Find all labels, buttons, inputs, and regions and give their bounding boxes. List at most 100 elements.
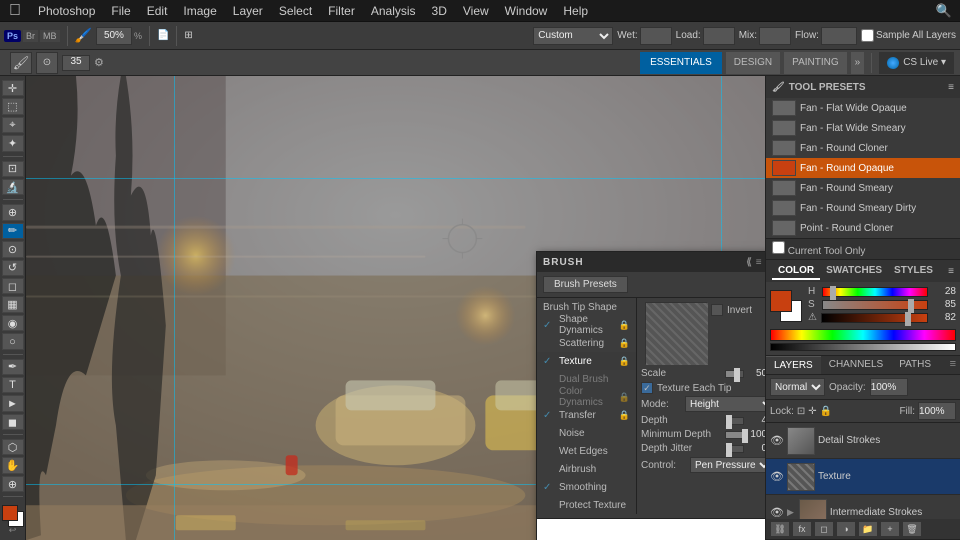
options-icon[interactable]: ⚙ [94, 56, 104, 69]
cslive-button[interactable]: CS Live ▾ [879, 52, 954, 74]
load-input[interactable]: 53% [703, 27, 735, 45]
layers-tab[interactable]: LAYERS [766, 356, 821, 374]
brush-smoothing-item[interactable]: ✓ Smoothing [537, 478, 636, 496]
tool-shape[interactable]: ◼ [2, 414, 24, 430]
brush-shape-dynamics-item[interactable]: ✓ Shape Dynamics 🔒 [537, 316, 636, 334]
bright-thumb[interactable] [905, 312, 911, 326]
tool-3d[interactable]: ⬡ [2, 439, 24, 455]
scale-thumb[interactable] [734, 368, 740, 382]
tool-presets-menu-icon[interactable]: ≡ [948, 82, 954, 93]
layer-intermediate-1[interactable]: 👁 ▶ Intermediate Strokes [766, 495, 960, 519]
brush-mode-dropdown[interactable]: Custom [533, 27, 613, 45]
adjustment-layer-button[interactable]: ◑ [836, 521, 856, 537]
tool-eyedropper[interactable]: 🔬 [2, 179, 24, 195]
brush-noise-item[interactable]: ✓ Noise [537, 424, 636, 442]
depth-jitter-thumb[interactable] [726, 443, 732, 457]
painting-button[interactable]: PAINTING [784, 52, 846, 74]
menu-filter[interactable]: Filter [320, 0, 363, 22]
paths-tab[interactable]: PATHS [891, 356, 939, 374]
sample-all-layers-checkbox[interactable] [861, 29, 874, 42]
brush-scattering-item[interactable]: ✓ Scattering 🔒 [537, 334, 636, 352]
menu-window[interactable]: Window [497, 0, 556, 22]
layer-mask-button[interactable]: ◻ [814, 521, 834, 537]
sat-thumb[interactable] [908, 299, 914, 313]
menu-select[interactable]: Select [271, 0, 320, 22]
color-panel-menu-icon[interactable]: ≡ [948, 266, 954, 277]
mode-select[interactable]: Height [685, 396, 765, 412]
more-workspaces-button[interactable]: » [851, 52, 865, 74]
depth-jitter-slider[interactable] [725, 445, 744, 453]
preset-item-1[interactable]: Fan - Flat Wide Smeary [766, 118, 960, 138]
preset-item-6[interactable]: Point - Round Cloner [766, 218, 960, 238]
color-spectrum-bar[interactable] [770, 329, 956, 341]
arrange-icon[interactable]: ⊞ [184, 30, 192, 41]
texture-each-tip-checkbox[interactable]: ✓ [641, 382, 653, 394]
depth-thumb[interactable] [726, 415, 732, 429]
tool-magic-wand[interactable]: ✦ [2, 135, 24, 151]
preset-item-0[interactable]: Fan - Flat Wide Opaque [766, 98, 960, 118]
flow-input[interactable]: 100% [821, 27, 857, 45]
tool-text[interactable]: T [2, 377, 24, 393]
group-layers-button[interactable]: 📁 [858, 521, 878, 537]
layer-texture[interactable]: 👁 Texture [766, 459, 960, 495]
menu-edit[interactable]: Edit [139, 0, 176, 22]
hue-slider[interactable] [822, 287, 928, 297]
layer-vis-2[interactable]: 👁 [770, 506, 784, 520]
menu-file[interactable]: File [103, 0, 138, 22]
menu-image[interactable]: Image [175, 0, 224, 22]
tool-gradient[interactable]: ▦ [2, 296, 24, 312]
menu-3d[interactable]: 3D [424, 0, 455, 22]
mix-input[interactable] [759, 27, 791, 45]
lock-position-icon[interactable]: ✛ [808, 406, 816, 417]
zoom-value[interactable]: % [96, 27, 142, 45]
fill-input[interactable] [918, 402, 956, 420]
channels-tab[interactable]: CHANNELS [821, 356, 891, 374]
min-depth-thumb[interactable] [742, 429, 748, 443]
lock-pixel-icon[interactable]: ⊡ [797, 406, 805, 417]
texture-preview[interactable] [645, 302, 707, 364]
zoom-input[interactable] [96, 27, 132, 45]
brush-presets-button[interactable]: Brush Presets [543, 276, 628, 293]
tool-lasso[interactable]: ⌖ [2, 117, 24, 133]
menu-help[interactable]: Help [555, 0, 596, 22]
sat-slider[interactable] [822, 300, 928, 310]
lock-all-icon[interactable]: 🔒 [820, 406, 832, 417]
blend-mode-select[interactable]: Normal [770, 378, 825, 396]
styles-tab[interactable]: STYLES [888, 263, 939, 280]
link-layers-button[interactable]: ⛓ [770, 521, 790, 537]
tool-path-select[interactable]: ► [2, 395, 24, 411]
current-tool-only-checkbox[interactable] [772, 241, 785, 254]
brush-texture-item[interactable]: ✓ Texture 🔒 [537, 352, 636, 370]
doc-size-dropdown[interactable]: 📄 [157, 30, 169, 41]
tool-clone[interactable]: ⊙ [2, 241, 24, 257]
color-tab[interactable]: COLOR [772, 263, 820, 280]
preset-item-5[interactable]: Fan - Round Smeary Dirty [766, 198, 960, 218]
brush-panel-expand-icon[interactable]: ⟪ [746, 257, 752, 268]
foreground-color[interactable] [2, 505, 18, 521]
brush-wet-edges-item[interactable]: ✓ Wet Edges [537, 442, 636, 460]
brush-color-dyn-item[interactable]: ✓ Color Dynamics 🔒 [537, 388, 636, 406]
tool-crop[interactable]: ⊡ [2, 161, 24, 177]
menu-view[interactable]: View [455, 0, 497, 22]
swatches-tab[interactable]: SWATCHES [820, 263, 888, 280]
tool-brush-icon[interactable]: 🖌 [10, 52, 32, 74]
layer-style-button[interactable]: fx [792, 521, 812, 537]
tool-marquee[interactable]: ⬚ [2, 98, 24, 114]
layer-detail-strokes[interactable]: 👁 Detail Strokes [766, 423, 960, 459]
control-select[interactable]: Pen Pressure [690, 457, 765, 473]
size-input[interactable]: 35 [62, 55, 90, 71]
invert-checkbox[interactable] [711, 304, 723, 316]
hue-thumb[interactable] [830, 286, 836, 300]
opacity-input[interactable] [870, 378, 908, 396]
menu-analysis[interactable]: Analysis [363, 0, 424, 22]
tool-zoom[interactable]: ⊕ [2, 476, 24, 492]
tool-move[interactable]: ✛ [2, 80, 24, 96]
scale-slider[interactable] [725, 370, 744, 378]
brush-transfer-item[interactable]: ✓ Transfer 🔒 [537, 406, 636, 424]
gray-spectrum-bar[interactable] [770, 343, 956, 351]
layers-menu-icon[interactable]: ≡ [946, 356, 960, 374]
bright-slider[interactable] [821, 313, 928, 323]
min-depth-slider[interactable] [725, 431, 744, 439]
preset-item-2[interactable]: Fan - Round Cloner [766, 138, 960, 158]
tool-history-icon[interactable]: ⊙ [36, 52, 58, 74]
